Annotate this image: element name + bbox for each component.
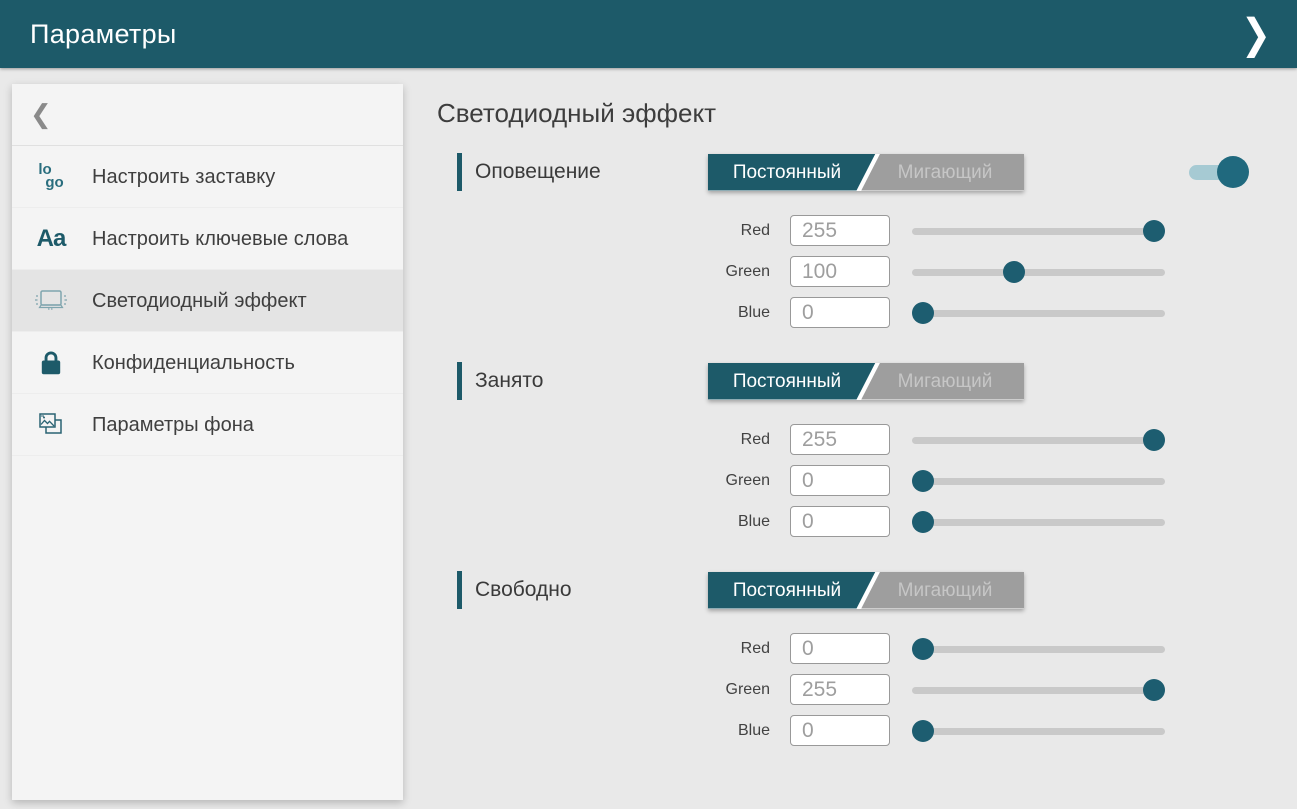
sidebar-item[interactable]: Конфиденциальность — [12, 332, 403, 394]
sidebar-item[interactable]: Aa Настроить ключевые слова — [12, 208, 403, 270]
main-panel: Светодиодный эффект Оповещение Постоянны… — [403, 68, 1297, 809]
sidebar-item[interactable]: Светодиодный эффект — [12, 270, 403, 332]
app-header: Параметры ❯ — [0, 0, 1297, 68]
channel-row: Red — [700, 633, 1297, 664]
page-title: Параметры — [30, 19, 177, 50]
led-section-title: Свободно — [457, 571, 708, 609]
enable-toggle[interactable] — [1189, 156, 1235, 188]
led-section-title: Оповещение — [457, 153, 708, 191]
red-value-input[interactable] — [790, 215, 890, 246]
led-section: Оповещение Постоянный Мигающий Red Green — [437, 153, 1297, 328]
slider-thumb[interactable] — [1143, 220, 1165, 242]
channel-label: Red — [700, 640, 790, 658]
slider-thumb[interactable] — [912, 511, 934, 533]
red-slider[interactable] — [912, 220, 1165, 242]
channel-label: Blue — [700, 304, 790, 322]
channel-row: Green — [700, 465, 1297, 496]
led-section: Занято Постоянный Мигающий Red Green — [437, 362, 1297, 537]
sidebar-item-label: Настроить заставку — [92, 164, 275, 190]
slider-thumb[interactable] — [1143, 679, 1165, 701]
logo-text-icon: logo — [30, 164, 72, 190]
slider-track — [912, 310, 1165, 317]
chevron-left-icon: ❮ — [30, 99, 52, 130]
channel-label: Green — [700, 681, 790, 699]
channel-label: Green — [700, 263, 790, 281]
mode-segmented-control: Постоянный Мигающий — [708, 154, 1024, 191]
channel-row: Green — [700, 674, 1297, 705]
mode-segmented-control: Постоянный Мигающий — [708, 572, 1024, 609]
keywords-aa-icon: Aa — [30, 225, 72, 253]
mode-blink-label[interactable]: Мигающий — [866, 154, 1024, 191]
channel-row: Red — [700, 215, 1297, 246]
sidebar-item[interactable]: logo Настроить заставку — [12, 146, 403, 208]
toggle-thumb — [1217, 156, 1249, 188]
mode-solid-label[interactable]: Постоянный — [708, 154, 866, 191]
slider-track — [912, 519, 1165, 526]
slider-thumb[interactable] — [912, 638, 934, 660]
blue-value-input[interactable] — [790, 715, 890, 746]
sidebar-item-label: Настроить ключевые слова — [92, 226, 348, 252]
mode-blink-label[interactable]: Мигающий — [866, 363, 1024, 400]
mode-blink-label[interactable]: Мигающий — [866, 572, 1024, 609]
channel-label: Blue — [700, 722, 790, 740]
slider-thumb[interactable] — [912, 470, 934, 492]
green-value-input[interactable] — [790, 674, 890, 705]
sidebar-item[interactable]: Параметры фона — [12, 394, 403, 456]
green-slider[interactable] — [912, 261, 1165, 283]
slider-track — [912, 228, 1165, 235]
sidebar-collapse-button[interactable]: ❮ — [12, 84, 403, 146]
lock-icon — [30, 349, 72, 377]
section-page-title: Светодиодный эффект — [437, 98, 1297, 129]
channel-row: Blue — [700, 715, 1297, 746]
slider-track — [912, 687, 1165, 694]
blue-value-input[interactable] — [790, 297, 890, 328]
channel-row: Red — [700, 424, 1297, 455]
slider-track — [912, 478, 1165, 485]
green-value-input[interactable] — [790, 465, 890, 496]
blue-slider[interactable] — [912, 302, 1165, 324]
channel-row: Green — [700, 256, 1297, 287]
blue-slider[interactable] — [912, 511, 1165, 533]
sidebar-item-label: Светодиодный эффект — [92, 288, 307, 314]
sidebar: ❮ logo Настроить заставку Aa Настроить к… — [12, 84, 403, 800]
led-section-title: Занято — [457, 362, 708, 400]
slider-thumb[interactable] — [912, 720, 934, 742]
sidebar-item-label: Параметры фона — [92, 412, 254, 438]
green-slider[interactable] — [912, 679, 1165, 701]
red-slider[interactable] — [912, 429, 1165, 451]
content-area: ❮ logo Настроить заставку Aa Настроить к… — [0, 68, 1297, 809]
blue-value-input[interactable] — [790, 506, 890, 537]
mode-solid-label[interactable]: Постоянный — [708, 363, 866, 400]
slider-thumb[interactable] — [1143, 429, 1165, 451]
green-value-input[interactable] — [790, 256, 890, 287]
channel-row: Blue — [700, 297, 1297, 328]
red-value-input[interactable] — [790, 424, 890, 455]
led-section: Свободно Постоянный Мигающий Red Green — [437, 571, 1297, 746]
blue-slider[interactable] — [912, 720, 1165, 742]
red-slider[interactable] — [912, 638, 1165, 660]
channel-row: Blue — [700, 506, 1297, 537]
slider-thumb[interactable] — [912, 302, 934, 324]
channel-label: Red — [700, 431, 790, 449]
mode-segmented-control: Постоянный Мигающий — [708, 363, 1024, 400]
slider-track — [912, 646, 1165, 653]
mode-solid-label[interactable]: Постоянный — [708, 572, 866, 609]
green-slider[interactable] — [912, 470, 1165, 492]
slider-track — [912, 437, 1165, 444]
red-value-input[interactable] — [790, 633, 890, 664]
slider-track — [912, 728, 1165, 735]
channel-label: Red — [700, 222, 790, 240]
chevron-right-icon[interactable]: ❯ — [1241, 13, 1271, 54]
channel-label: Blue — [700, 513, 790, 531]
led-monitor-icon — [30, 287, 72, 315]
slider-thumb[interactable] — [1003, 261, 1025, 283]
channel-label: Green — [700, 472, 790, 490]
sidebar-item-label: Конфиденциальность — [92, 350, 295, 376]
slider-track — [912, 269, 1165, 276]
background-images-icon — [30, 409, 72, 441]
